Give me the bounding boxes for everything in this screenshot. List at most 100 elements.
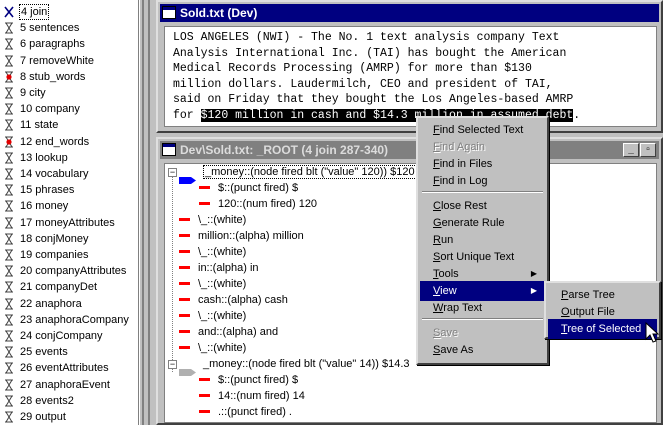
pass-item[interactable]: 12 end_words	[0, 134, 138, 150]
hourglass-icon	[4, 103, 14, 115]
tree-node[interactable]: $::(punct fired) $	[199, 180, 298, 196]
pass-label: 10 company	[20, 103, 80, 116]
document-line: million dollars. Laudermilch, CEO and pr…	[173, 77, 553, 91]
pass-item[interactable]: 28 events2	[0, 393, 138, 409]
menu-item-label: Save As	[433, 344, 474, 356]
pass-item[interactable]: 10 company	[0, 101, 138, 117]
document-line: LOS ANGELES (NWI) - The No. 1 text analy…	[173, 31, 560, 44]
view-submenu[interactable]: Parse Tree Output File Tree of Selected	[544, 281, 661, 339]
document-line: Analysis International Inc. (TAI) has bo…	[173, 46, 567, 60]
pass-item[interactable]: 19 companies	[0, 247, 138, 263]
pass-item[interactable]: 9 city	[0, 85, 138, 101]
minimize-button[interactable]: _	[623, 143, 639, 157]
tree-titlebar[interactable]: Dev\Sold.txt: _ROOT (4 join 287-340) _ ▫	[160, 141, 659, 159]
pass-item[interactable]: 4 join	[0, 4, 138, 20]
menu-item-wrap-text[interactable]: Wrap Text	[420, 298, 545, 318]
tree-node[interactable]: \_::(white)	[179, 308, 246, 324]
pass-item[interactable]: 5 sentences	[0, 20, 138, 36]
tree-node-label: \_::(white)	[198, 214, 247, 226]
pass-item[interactable]: 22 anaphora	[0, 296, 138, 312]
pass-item[interactable]: 26 eventAttributes	[0, 360, 138, 376]
pass-item[interactable]: 8 stub_words	[0, 69, 138, 85]
red-dash-icon	[179, 345, 190, 349]
pass-label: 16 money	[20, 200, 69, 213]
document-text-segment: for	[173, 108, 201, 122]
pass-label: 5 sentences	[20, 22, 80, 35]
hourglass-icon	[4, 265, 14, 277]
document-line: said on Friday that they bought the Los …	[173, 93, 574, 106]
menu-item-label: Close Rest	[433, 200, 487, 212]
pass-item[interactable]: 27 anaphoraEvent	[0, 377, 138, 393]
red-dash-icon	[179, 297, 190, 301]
pass-item[interactable]: 17 moneyAttributes	[0, 215, 138, 231]
tree-node-label: 14::(num fired) 14	[218, 390, 305, 402]
tree-node[interactable]: in::(alpha) in	[179, 260, 259, 276]
submenu-item-tree-of-selected[interactable]: Tree of Selected	[548, 319, 657, 339]
pass-label: 8 stub_words	[20, 70, 86, 83]
pass-item[interactable]: 25 events	[0, 344, 138, 360]
pass-list[interactable]: 4 join 5 sentences 6 paragraphs 7 removeWhi…	[0, 0, 139, 425]
pass-item[interactable]: 18 conjMoney	[0, 231, 138, 247]
pass-label: 24 conjCompany	[20, 330, 103, 342]
menu-item-label: Find in Log	[433, 175, 488, 187]
tree-node[interactable]: \_::(white)	[179, 212, 246, 228]
pass-item[interactable]: 15 phrases	[0, 182, 138, 198]
collapse-toggle[interactable]: −	[168, 168, 177, 177]
document-window[interactable]: Sold.txt (Dev) LOS ANGELES (NWI) - The N…	[156, 0, 663, 133]
tree-node[interactable]: 3::(num fired) 3	[199, 420, 293, 423]
vertical-splitter[interactable]	[139, 0, 154, 425]
red-dash-icon	[179, 249, 190, 253]
pass-item[interactable]: 16 money	[0, 198, 138, 214]
tree-node[interactable]: \_::(white)	[179, 244, 246, 260]
menu-item-save-as[interactable]: Save As	[420, 340, 545, 360]
red-dash-icon	[199, 201, 210, 205]
restore-button[interactable]: ▫	[640, 143, 656, 157]
pass-item[interactable]: 29 output	[0, 409, 138, 425]
hourglass-icon	[4, 22, 14, 34]
tree-node[interactable]: $::(punct fired) $	[199, 372, 298, 388]
collapse-toggle[interactable]: −	[168, 360, 177, 369]
tree-node[interactable]: _money::(node fired blt ("value" 14)) $1…	[179, 356, 410, 376]
document-titlebar[interactable]: Sold.txt (Dev)	[160, 4, 659, 22]
pass-item[interactable]: 24 conjCompany	[0, 328, 138, 344]
menu-item-find-in-log[interactable]: Find in Log	[420, 171, 545, 191]
menu-item-label: Find Again	[433, 141, 485, 153]
pass-label: 9 city	[20, 87, 46, 99]
pass-label: 26 eventAttributes	[20, 362, 109, 375]
pass-item[interactable]: 21 companyDet	[0, 279, 138, 295]
tree-node[interactable]: million::(alpha) million	[179, 228, 304, 244]
red-dash-icon	[179, 329, 190, 333]
menu-item-label: View	[433, 285, 457, 297]
tree-connector	[172, 172, 173, 372]
pass-label: 6 paragraphs	[20, 38, 85, 51]
pass-item[interactable]: 6 paragraphs	[0, 36, 138, 52]
hourglass-icon	[4, 184, 14, 196]
hourglass-icon	[4, 411, 14, 423]
tree-node[interactable]: \_::(white)	[179, 340, 246, 356]
pass-item[interactable]: 23 anaphoraCompany	[0, 312, 138, 328]
tree-node[interactable]: _money::(node fired blt ("value" 120)) $…	[179, 164, 417, 184]
tree-node-label: _money::(node fired blt ("value" 120)) $…	[203, 165, 417, 179]
tree-title: Dev\Sold.txt: _ROOT (4 join 287-340)	[180, 143, 389, 157]
pass-item[interactable]: 11 state	[0, 117, 138, 133]
tree-node[interactable]: .::(punct fired) .	[199, 404, 292, 420]
pass-item[interactable]: 7 removeWhite	[0, 53, 138, 69]
tree-node[interactable]: cash::(alpha) cash	[179, 292, 288, 308]
tree-node[interactable]: \_::(white)	[179, 276, 246, 292]
hourglass-icon	[4, 395, 14, 407]
tree-node[interactable]: 120::(num fired) 120	[199, 196, 317, 212]
pass-label: 29 output	[20, 411, 66, 423]
tree-node[interactable]: and::(alpha) and	[179, 324, 278, 340]
document-text[interactable]: LOS ANGELES (NWI) - The No. 1 text analy…	[164, 26, 657, 127]
submenu-item-label: Tree of Selected	[561, 323, 642, 335]
pass-item[interactable]: 13 lookup	[0, 150, 138, 166]
context-menu[interactable]: Find Selected Text Find Again Find in File…	[416, 116, 549, 365]
pass-item[interactable]: 20 companyAttributes	[0, 263, 138, 279]
tree-node[interactable]: 14::(num fired) 14	[199, 388, 305, 404]
pass-item[interactable]: 14 vocabulary	[0, 166, 138, 182]
pass-label: 18 conjMoney	[20, 232, 89, 245]
tree-node-label: 3::(num fired) 3	[218, 422, 293, 423]
menu-separator	[422, 191, 543, 193]
mouse-cursor-icon	[645, 322, 660, 343]
menu-item-label: Save	[433, 327, 459, 339]
